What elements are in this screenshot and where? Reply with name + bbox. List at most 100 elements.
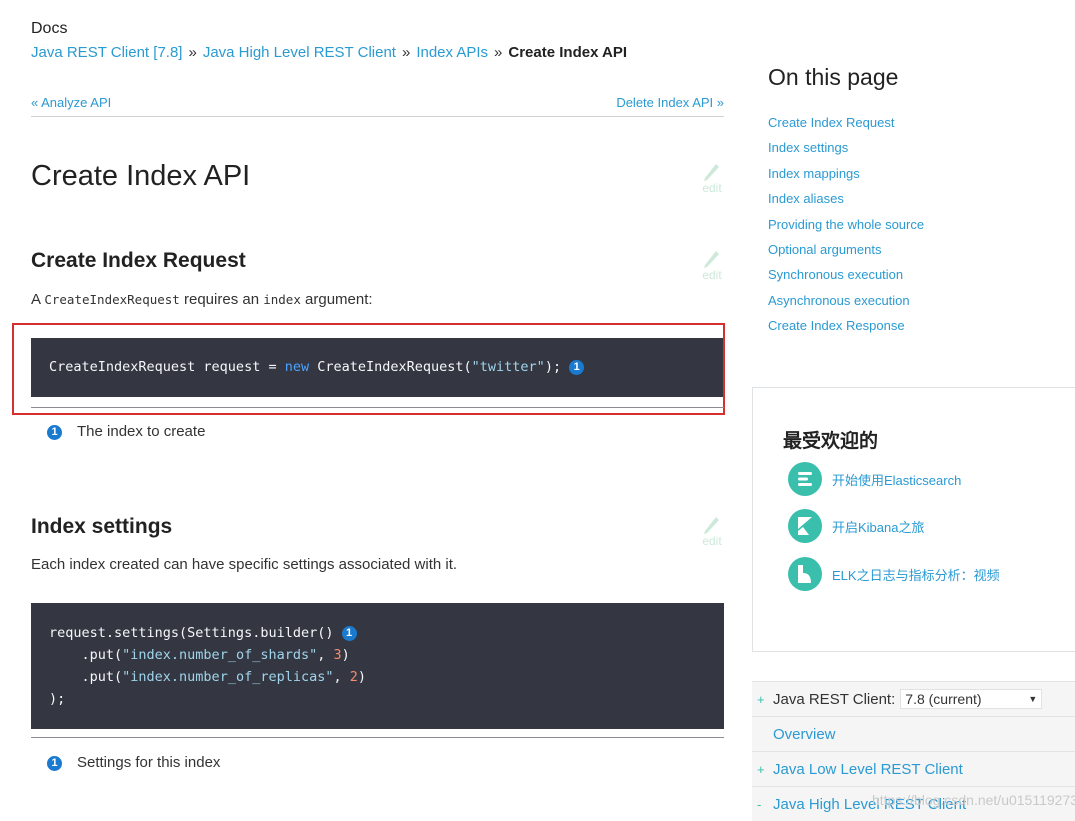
- toc-item: Index settings: [768, 140, 924, 165]
- callout-badge: 1: [47, 425, 62, 440]
- watermark: https://blog.csdn.net/u015119273009: [872, 792, 1075, 808]
- on-this-page-list: Create Index Request Index settings Inde…: [768, 115, 924, 344]
- code-text: ): [341, 647, 350, 663]
- popular-item[interactable]: ELK之日志与指标分析：视频: [788, 557, 1000, 591]
- popular-item[interactable]: 开启Kibana之旅: [788, 509, 924, 543]
- edit-link[interactable]: edit: [697, 161, 727, 195]
- nav-item-low-level-client[interactable]: + Java Low Level REST Client: [752, 751, 1075, 786]
- breadcrumb-separator: »: [401, 44, 411, 61]
- callout-badge[interactable]: 1: [341, 626, 357, 641]
- nav-item-overview[interactable]: Overview: [752, 716, 1075, 751]
- breadcrumb-index-apis[interactable]: Index APIs: [416, 44, 488, 61]
- code-line: .put("index.number_of_replicas", 2): [49, 666, 706, 688]
- section-title-create-index-request: Create Index Request: [31, 249, 246, 272]
- chevron-down-icon: ▼: [1028, 694, 1038, 704]
- pencil-icon: [704, 517, 719, 534]
- inline-code: index: [263, 292, 301, 307]
- logstash-icon: [788, 557, 822, 591]
- edit-label: edit: [702, 268, 722, 282]
- version-select[interactable]: 7.8 (current) ▼: [900, 689, 1043, 709]
- nav-item-label: Java Low Level REST Client: [773, 760, 963, 778]
- edit-label: edit: [702, 181, 722, 195]
- toc-item: Index aliases: [768, 191, 924, 216]
- code-text: .put(: [49, 647, 123, 663]
- code-text: ,: [333, 669, 350, 685]
- callout-divider: [31, 737, 724, 738]
- section-paragraph: Each index created can have specific set…: [31, 556, 458, 573]
- code-text: ): [357, 669, 367, 685]
- code-string: "index.number_of_shards": [122, 647, 318, 663]
- code-text: ,: [317, 647, 334, 663]
- callout-note-text: The index to create: [77, 423, 206, 440]
- toc-item: Asynchronous execution: [768, 293, 924, 318]
- toc-link-optional-arguments[interactable]: Optional arguments: [768, 242, 881, 257]
- text: A: [31, 291, 45, 308]
- code-number: 3: [333, 647, 342, 663]
- popular-item[interactable]: 开始使用Elasticsearch: [788, 462, 961, 496]
- breadcrumb: Java REST Client [7.8] » Java High Level R…: [31, 44, 627, 61]
- toc-link-whole-source[interactable]: Providing the whole source: [768, 217, 924, 232]
- popular-item-label[interactable]: 开启Kibana之旅: [832, 517, 924, 536]
- toc-item: Providing the whole source: [768, 217, 924, 242]
- toc-link-create-index-request[interactable]: Create Index Request: [768, 115, 894, 130]
- version-select-value: 7.8 (current): [905, 691, 982, 707]
- toc-item: Create Index Response: [768, 318, 924, 343]
- elasticsearch-icon: [788, 462, 822, 496]
- popular-title: 最受欢迎的: [783, 431, 879, 452]
- client-version-row: + Java REST Client: 7.8 (current) ▼: [752, 681, 1075, 716]
- docs-label: Docs: [31, 20, 68, 37]
- toc-link-index-aliases[interactable]: Index aliases: [768, 191, 844, 206]
- code-line: .put("index.number_of_shards", 3): [49, 644, 706, 666]
- callout-note-text: Settings for this index: [77, 754, 221, 771]
- edit-label: edit: [702, 534, 722, 548]
- edit-link[interactable]: edit: [697, 248, 727, 282]
- nav-item-label: Overview: [773, 725, 836, 743]
- toc-item: Index mappings: [768, 166, 924, 191]
- code-text: .put(: [49, 669, 123, 685]
- on-this-page-title: On this page: [768, 64, 899, 90]
- kibana-icon: [788, 509, 822, 543]
- text: requires an: [179, 291, 264, 308]
- code-string: "index.number_of_replicas": [122, 669, 334, 685]
- section-paragraph: A CreateIndexRequest requires an index a…: [31, 291, 373, 308]
- expand-icon[interactable]: +: [757, 762, 773, 777]
- callout-badge: 1: [47, 756, 62, 771]
- breadcrumb-current: Create Index API: [508, 44, 628, 61]
- code-text: );: [49, 691, 66, 707]
- breadcrumb-high-level-client[interactable]: Java High Level REST Client: [203, 44, 396, 61]
- toc-link-index-mappings[interactable]: Index mappings: [768, 166, 860, 181]
- divider: [31, 116, 724, 117]
- page-title: Create Index API: [31, 160, 251, 192]
- expand-icon[interactable]: +: [757, 692, 773, 707]
- highlight-box: [12, 323, 725, 415]
- section-title-index-settings: Index settings: [31, 515, 173, 538]
- callout-note: 1 Settings for this index: [47, 754, 220, 771]
- breadcrumb-java-rest-client[interactable]: Java REST Client [7.8]: [31, 44, 182, 61]
- popular-item-label[interactable]: ELK之日志与指标分析：视频: [832, 565, 1000, 584]
- toc-link-synchronous-execution[interactable]: Synchronous execution: [768, 267, 903, 282]
- collapse-icon[interactable]: -: [757, 797, 773, 812]
- breadcrumb-separator: »: [494, 44, 503, 61]
- callout-divider: [31, 407, 724, 408]
- toc-link-index-settings[interactable]: Index settings: [768, 140, 848, 155]
- toc-item: Synchronous execution: [768, 267, 924, 292]
- callout-note: 1 The index to create: [47, 423, 205, 440]
- code-number: 2: [349, 669, 358, 685]
- inline-code: CreateIndexRequest: [44, 292, 180, 307]
- prev-page-link[interactable]: « Analyze API: [31, 95, 111, 110]
- code-block[interactable]: request.settings(Settings.builder() 1 .p…: [31, 603, 724, 729]
- pencil-icon: [704, 251, 719, 268]
- prev-next-nav: « Analyze API Delete Index API »: [31, 95, 724, 110]
- next-page-link[interactable]: Delete Index API »: [616, 95, 724, 110]
- text: argument:: [300, 291, 373, 308]
- code-line: request.settings(Settings.builder() 1: [49, 622, 706, 644]
- toc-item: Optional arguments: [768, 242, 924, 267]
- edit-link[interactable]: edit: [697, 514, 727, 548]
- pencil-icon: [704, 164, 719, 181]
- code-text: request.settings(Settings.builder(): [49, 625, 342, 641]
- toc-item: Create Index Request: [768, 115, 924, 140]
- client-version-label: Java REST Client:: [773, 690, 896, 708]
- toc-link-asynchronous-execution[interactable]: Asynchronous execution: [768, 293, 910, 308]
- toc-link-create-index-response[interactable]: Create Index Response: [768, 318, 905, 333]
- popular-item-label[interactable]: 开始使用Elasticsearch: [832, 470, 961, 489]
